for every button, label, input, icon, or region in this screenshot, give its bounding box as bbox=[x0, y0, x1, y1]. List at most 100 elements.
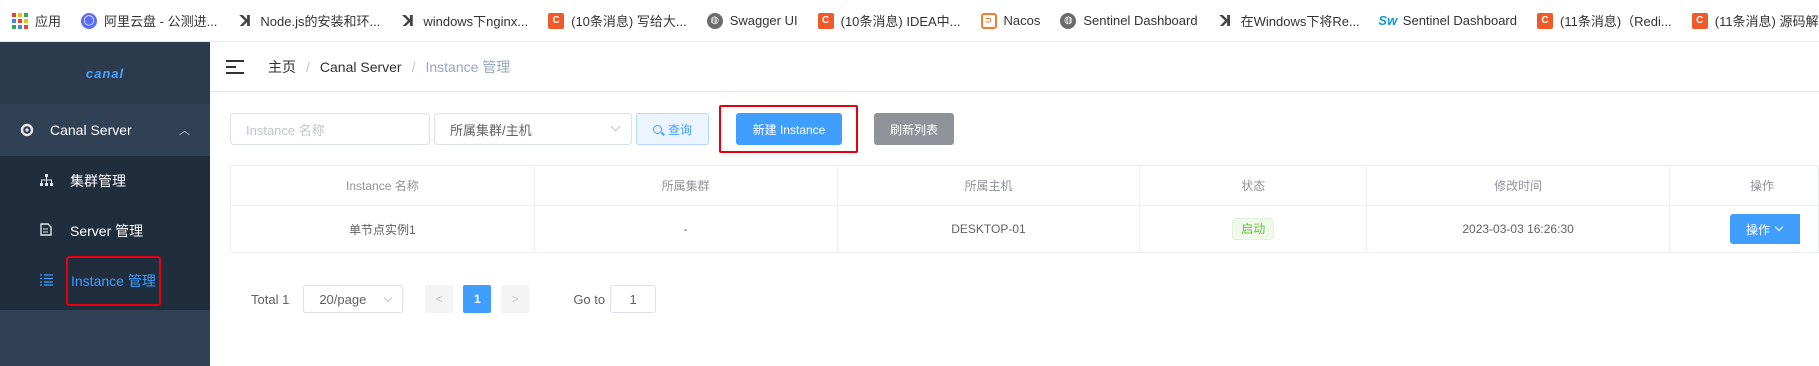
operation-dropdown-button[interactable]: 操作 bbox=[1729, 214, 1800, 244]
pagination-total: Total 1 bbox=[251, 291, 290, 307]
table-row: 单节点实例1 - DESKTOP-01 启动 2023-03-03 16:26:… bbox=[230, 205, 1819, 253]
breadcrumb-canal-server[interactable]: Canal Server bbox=[320, 59, 402, 75]
bookmark-windows-redis[interactable]: ꓘ 在Windows下将Re... bbox=[1218, 11, 1360, 30]
goto-page-input[interactable]: 1 bbox=[610, 285, 657, 313]
chevron-down-icon bbox=[1774, 222, 1784, 232]
breadcrumb-current: Instance 管理 bbox=[425, 58, 511, 75]
highlight-box: 新建 Instance bbox=[719, 105, 858, 153]
bookmark-sentinel-2[interactable]: Sw Sentinel Dashboard bbox=[1378, 13, 1517, 29]
page-number-button[interactable]: 1 bbox=[463, 285, 492, 313]
chevron-right-icon: > bbox=[511, 292, 519, 306]
cluster-icon bbox=[40, 173, 54, 189]
navbar: 主页 / Canal Server / Instance 管理 bbox=[210, 42, 1819, 92]
column-header: Instance 名称 bbox=[230, 165, 535, 206]
search-icon bbox=[652, 124, 662, 134]
sidebar-item-label: Server 管理 bbox=[70, 223, 144, 239]
goto-page: Go to 1 bbox=[573, 285, 657, 313]
globe-icon: ◍ bbox=[1060, 12, 1077, 29]
cell-action: 操作 bbox=[1668, 205, 1819, 253]
query-button[interactable]: 查询 bbox=[636, 113, 709, 145]
bookmark-label: windows下nginx... bbox=[423, 14, 529, 29]
submenu: 集群管理 Server 管理 Instance 管理 bbox=[0, 156, 210, 310]
refresh-list-button[interactable]: 刷新列表 bbox=[874, 113, 954, 145]
select-value: 所属集群/主机 bbox=[450, 122, 532, 138]
cluster-host-select[interactable]: 所属集群/主机 bbox=[434, 113, 632, 145]
csdn-icon: C bbox=[1691, 12, 1708, 29]
cell-name: 单节点实例1 bbox=[230, 205, 535, 253]
chevron-down-icon bbox=[384, 293, 393, 303]
menu-group-canal-server[interactable]: Canal Server ︿ bbox=[0, 104, 210, 156]
status-badge: 启动 bbox=[1232, 218, 1275, 240]
bookmark-nodejs[interactable]: ꓘ Node.js的安装和环... bbox=[237, 11, 381, 30]
bookmark-csdn-1[interactable]: C (10条消息) 写给大... bbox=[548, 11, 687, 30]
page-size-select[interactable]: 20/page bbox=[303, 285, 404, 313]
page-size-value: 20/page bbox=[319, 291, 367, 307]
sw-icon: Sw bbox=[1378, 13, 1398, 28]
breadcrumb-home[interactable]: 主页 bbox=[268, 57, 296, 77]
bookmark-label: Nacos bbox=[1003, 13, 1041, 28]
menu-group-label: Canal Server bbox=[50, 122, 132, 138]
yuque-icon: ꓘ bbox=[402, 12, 415, 30]
prev-page-button[interactable]: < bbox=[425, 285, 454, 313]
bookmark-csdn-4[interactable]: C (11条消息) 源码解... bbox=[1691, 11, 1819, 30]
instance-name-input[interactable]: Instance 名称 bbox=[230, 113, 430, 145]
pagination: Total 1 20/page < 1 > Go to 1 bbox=[251, 284, 657, 314]
bookmark-nginx[interactable]: ꓘ windows下nginx... bbox=[400, 11, 529, 30]
cell-cluster: - bbox=[533, 205, 838, 253]
globe-icon: ◍ bbox=[706, 12, 723, 29]
cell-status: 启动 bbox=[1139, 205, 1368, 253]
breadcrumb: 主页 / Canal Server / Instance 管理 bbox=[268, 57, 510, 77]
bookmarks-bar: 应用 ◯ 阿里云盘 - 公测进... ꓘ Node.js的安装和环... ꓘ w… bbox=[0, 0, 1819, 42]
bookmark-label: 阿里云盘 - 公测进... bbox=[104, 14, 218, 29]
csdn-icon: C bbox=[817, 12, 834, 29]
table-header-row: Instance 名称 所属集群 所属主机 状态 修改时间 操作 bbox=[230, 165, 1819, 206]
logo: canal bbox=[85, 65, 125, 81]
sidebar-item-server[interactable]: Server 管理 bbox=[0, 206, 210, 256]
goto-label: Go to bbox=[573, 291, 606, 307]
logo-bar[interactable]: canal bbox=[0, 42, 210, 104]
sidebar-item-label: 集群管理 bbox=[70, 173, 126, 189]
canal-server-icon bbox=[20, 123, 34, 137]
bookmark-nacos[interactable]: ⊃ Nacos bbox=[980, 12, 1041, 29]
cell-modified: 2023-03-03 16:26:30 bbox=[1366, 205, 1670, 253]
bookmark-swagger[interactable]: ◍ Swagger UI bbox=[706, 12, 798, 29]
bookmark-apps[interactable]: 应用 bbox=[12, 11, 61, 30]
query-label: 查询 bbox=[667, 122, 692, 137]
yuque-icon: ꓘ bbox=[239, 12, 252, 30]
bookmark-label: (11条消息) 源码解... bbox=[1714, 14, 1819, 29]
cell-host: DESKTOP-01 bbox=[836, 205, 1141, 253]
bookmark-label: Node.js的安装和环... bbox=[260, 14, 381, 29]
server-icon bbox=[40, 223, 54, 239]
bookmark-sentinel-1[interactable]: ◍ Sentinel Dashboard bbox=[1060, 12, 1198, 29]
apps-icon bbox=[12, 12, 28, 29]
bookmark-aliyun[interactable]: ◯ 阿里云盘 - 公测进... bbox=[81, 11, 217, 30]
bookmark-label: (11条消息)（Redi... bbox=[1560, 14, 1672, 29]
bookmark-label: Sentinel Dashboard bbox=[1402, 13, 1517, 28]
breadcrumb-separator: / bbox=[306, 58, 310, 75]
column-header: 操作 bbox=[1668, 165, 1819, 206]
sidebar-item-instance[interactable]: Instance 管理 bbox=[0, 256, 210, 306]
column-header: 状态 bbox=[1139, 165, 1368, 206]
sidebar-item-label: Instance 管理 bbox=[66, 256, 161, 306]
hamburger-icon[interactable] bbox=[226, 59, 244, 74]
bookmark-csdn-3[interactable]: C (11条消息)（Redi... bbox=[1537, 11, 1672, 30]
bookmark-label: 在Windows下将Re... bbox=[1240, 14, 1360, 29]
nacos-icon: ⊃ bbox=[980, 12, 997, 29]
breadcrumb-separator: / bbox=[411, 58, 416, 75]
list-icon bbox=[40, 273, 54, 289]
sidebar: canal Canal Server ︿ 集群管理 Server 管理 Inst… bbox=[0, 42, 210, 366]
column-header: 修改时间 bbox=[1366, 165, 1670, 206]
bookmark-csdn-2[interactable]: C (10条消息) IDEA中... bbox=[817, 11, 961, 30]
next-page-button[interactable]: > bbox=[501, 285, 530, 313]
csdn-icon: C bbox=[548, 12, 565, 29]
operation-label: 操作 bbox=[1745, 222, 1770, 237]
new-instance-button[interactable]: 新建 Instance bbox=[736, 113, 842, 145]
bookmark-label: (10条消息) 写给大... bbox=[571, 14, 687, 29]
column-header: 所属集群 bbox=[533, 165, 838, 206]
aliyun-drive-icon: ◯ bbox=[81, 12, 98, 29]
bookmark-label: 应用 bbox=[35, 14, 62, 29]
sidebar-item-cluster[interactable]: 集群管理 bbox=[0, 156, 210, 206]
bookmark-label: (10条消息) IDEA中... bbox=[840, 14, 961, 29]
chevron-up-icon: ︿ bbox=[179, 125, 190, 137]
filter-toolbar: Instance 名称 所属集群/主机 查询 新建 Instance 刷新列表 bbox=[230, 105, 954, 153]
